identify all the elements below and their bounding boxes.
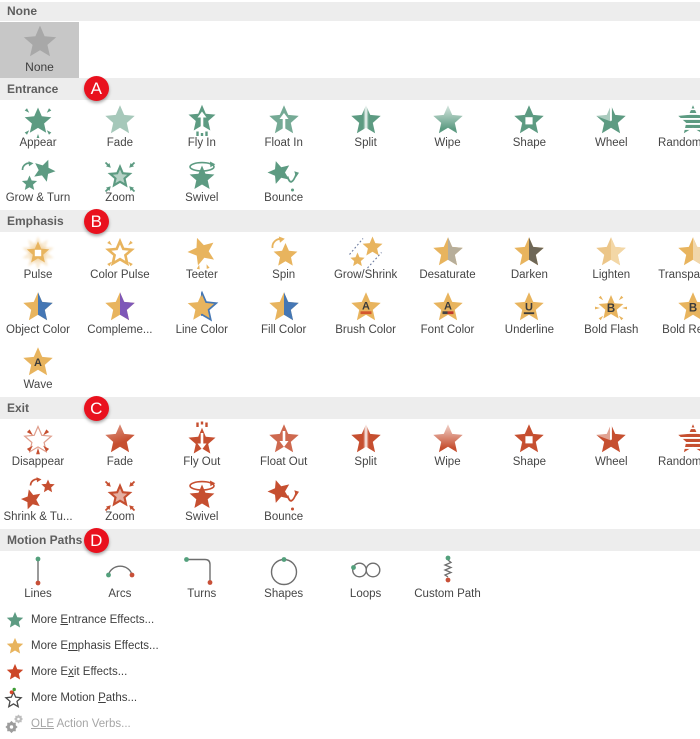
svg-text:B: B	[689, 303, 697, 315]
svg-text:A: A	[444, 301, 452, 313]
svg-text:U: U	[525, 302, 533, 314]
svg-text:A: A	[34, 357, 42, 369]
svg-text:B: B	[607, 303, 615, 315]
svg-text:A: A	[362, 301, 370, 313]
